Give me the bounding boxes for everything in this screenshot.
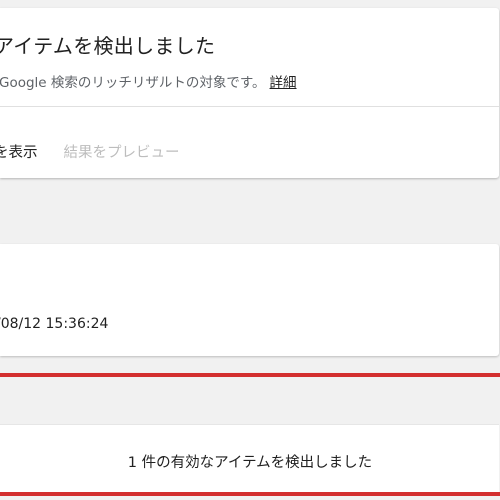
detected-items-heading: アイテムを検出しました xyxy=(0,34,216,58)
eligibility-text: Google 検索のリッチリザルトの対象です。 xyxy=(0,75,266,91)
highlight-border-bottom xyxy=(0,492,500,496)
crawl-timestamp: /08/12 15:36:24 xyxy=(0,316,109,332)
card-actions: を表示 結果をプレビュー xyxy=(0,141,180,162)
crawl-info-card: /08/12 15:36:24 xyxy=(0,244,499,356)
valid-items-count-text: 1 件の有効なアイテムを検出しました xyxy=(127,455,373,471)
preview-results-button[interactable]: 結果をプレビュー xyxy=(64,145,180,161)
highlight-border-top xyxy=(0,373,500,377)
card-divider xyxy=(0,106,499,107)
view-button[interactable]: を表示 xyxy=(0,145,38,161)
details-link[interactable]: 詳細 xyxy=(270,75,297,91)
detected-items-card: アイテムを検出しました Google 検索のリッチリザルトの対象です。 詳細 を表… xyxy=(0,8,499,178)
valid-items-row[interactable]: 1 件の有効なアイテムを検出しました xyxy=(0,424,499,492)
rich-results-eligibility-text: Google 検索のリッチリザルトの対象です。 詳細 xyxy=(0,71,297,91)
